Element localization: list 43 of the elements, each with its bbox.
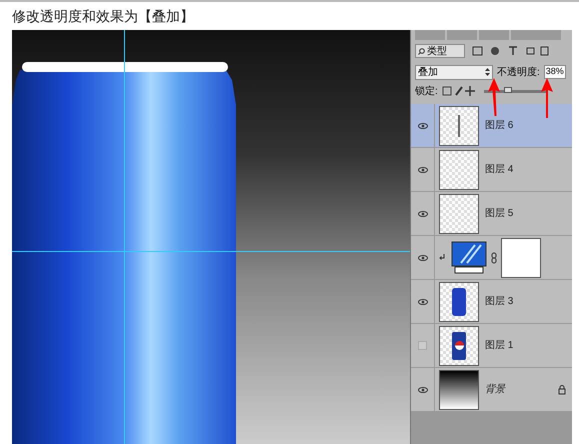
layer-row[interactable]: 图层 5 — [411, 192, 572, 236]
layer-name: 图层 1 — [485, 339, 514, 353]
annotation-arrow — [540, 78, 554, 118]
eye-icon[interactable] — [418, 210, 428, 216]
eye-icon[interactable] — [418, 122, 428, 128]
caption: 修改透明度和效果为【叠加】 — [12, 6, 194, 26]
layer-name: 图层 4 — [485, 163, 514, 177]
layer-name: 图层 3 — [485, 295, 514, 309]
clip-arrow-icon — [439, 254, 445, 261]
opacity-label: 不透明度: — [497, 66, 540, 80]
layer-thumbnail — [439, 106, 479, 146]
opacity-slider-thumb[interactable] — [504, 86, 512, 92]
layer-thumbnail — [439, 370, 479, 410]
eye-icon[interactable] — [418, 298, 428, 304]
layer-name: 背景 — [485, 382, 505, 397]
layer-row[interactable]: 图层 6 — [411, 104, 572, 148]
layer-row[interactable]: 背景 — [411, 368, 572, 412]
layer-name: 图层 5 — [485, 207, 514, 221]
link-chain-icon — [491, 252, 497, 264]
layer-row[interactable]: 图层 3 — [411, 280, 572, 324]
filter-value: 类型 — [427, 44, 447, 58]
blend-mode-dropdown[interactable]: 叠加 — [415, 64, 493, 80]
annotation-arrow — [487, 78, 501, 116]
layer-row[interactable]: 图层 4 — [411, 148, 572, 192]
blend-mode-value: 叠加 — [418, 66, 438, 80]
layer-thumbnail — [439, 194, 479, 234]
layer-row[interactable] — [411, 236, 572, 280]
layer-thumbnail — [439, 150, 479, 190]
layer-row[interactable]: 图层 1 — [411, 324, 572, 368]
adjustment-monitor-icon — [451, 240, 487, 274]
eye-icon[interactable] — [418, 386, 428, 392]
layer-mask-thumbnail — [501, 238, 541, 278]
eye-icon[interactable] — [418, 166, 428, 172]
up-down-caret-icon — [485, 68, 490, 76]
lock-label: 锁定: — [415, 84, 438, 98]
search-icon — [418, 48, 425, 54]
layer-thumbnail — [439, 282, 479, 322]
layer-thumbnail — [439, 326, 479, 366]
eye-icon[interactable] — [418, 254, 428, 260]
layer-name: 图层 6 — [485, 119, 514, 133]
filter-dropdown[interactable]: 类型 — [415, 44, 465, 58]
opacity-field[interactable]: 38% — [544, 65, 566, 79]
lock-icons-drawing — [442, 86, 476, 96]
